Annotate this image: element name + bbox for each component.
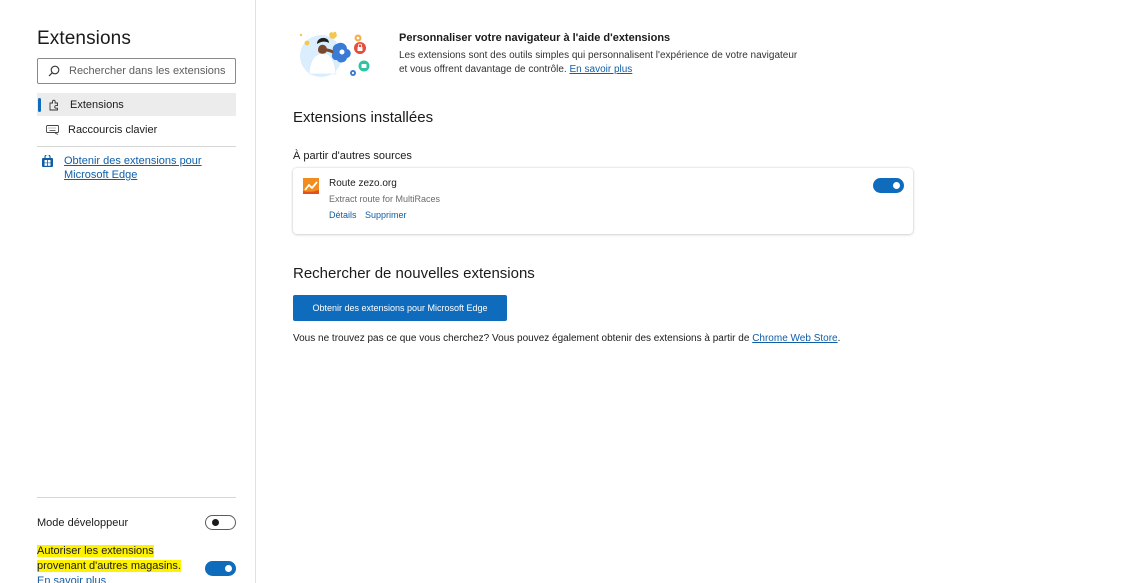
extension-remove-link[interactable]: Supprimer	[365, 210, 407, 220]
sidebar-item-label: Raccourcis clavier	[68, 123, 158, 136]
extension-enable-toggle[interactable]	[873, 178, 904, 193]
hero-title: Personnaliser votre navigateur à l'aide …	[399, 32, 671, 44]
sidebar-item-extensions[interactable]: Extensions	[37, 93, 236, 116]
other-stores-label: Autoriser les extensions provenant d'aut…	[37, 545, 181, 572]
developer-mode-toggle[interactable]	[205, 515, 236, 530]
sidebar-bottom-divider	[37, 497, 236, 498]
sidebar-divider	[37, 146, 236, 147]
other-stores-row: Autoriser les extensions provenant d'aut…	[37, 544, 236, 583]
sidebar-item-shortcuts[interactable]: Raccourcis clavier	[37, 118, 236, 141]
search-box[interactable]	[37, 58, 236, 84]
other-stores-toggle[interactable]	[205, 561, 236, 576]
toggle-knob	[893, 182, 900, 189]
find-extensions-text: Vous ne trouvez pas ce que vous cherchez…	[293, 333, 750, 344]
sidebar-title: Extensions	[37, 28, 131, 49]
installed-extensions-heading: Extensions installées	[293, 109, 434, 126]
extension-card: Route zezo.org Extract route for MultiRa…	[293, 168, 913, 234]
route-zezo-icon	[303, 178, 319, 194]
sidebar: Extensions Extensions Raccourcis clavier	[0, 0, 256, 583]
search-input[interactable]	[69, 65, 229, 77]
get-extensions-button[interactable]: Obtenir des extensions pour Microsoft Ed…	[293, 295, 507, 321]
sidebar-item-label: Extensions	[70, 98, 124, 111]
get-extensions-row: Obtenir des extensions pour Microsoft Ed…	[41, 154, 214, 182]
developer-mode-label: Mode développeur	[37, 516, 129, 529]
find-extensions-suffix: .	[837, 333, 841, 344]
find-extensions-heading: Rechercher de nouvelles extensions	[293, 265, 535, 282]
find-extensions-text-block: Vous ne trouvez pas ce que vous cherchez…	[293, 333, 840, 344]
chrome-web-store-link[interactable]: Chrome Web Store	[752, 333, 837, 344]
get-extensions-link[interactable]: Obtenir des extensions pour Microsoft Ed…	[64, 154, 214, 182]
extension-actions: Détails Supprimer	[329, 210, 413, 220]
active-indicator	[38, 97, 41, 112]
hero-illustration	[299, 29, 370, 77]
search-icon	[48, 65, 60, 77]
other-stores-learn-more-link[interactable]: En savoir plus	[37, 575, 106, 583]
developer-mode-row: Mode développeur	[37, 515, 236, 530]
hero-learn-more-link[interactable]: En savoir plus	[570, 64, 633, 75]
extensions-icon	[47, 98, 61, 112]
other-sources-label: À partir d'autres sources	[293, 150, 412, 162]
toggle-knob	[212, 519, 219, 526]
extension-description: Extract route for MultiRaces	[329, 194, 441, 204]
other-stores-text-block: Autoriser les extensions provenant d'aut…	[37, 544, 197, 583]
toggle-knob	[225, 565, 232, 572]
store-icon	[42, 155, 53, 167]
main-content: Personnaliser votre navigateur à l'aide …	[257, 0, 1134, 583]
extension-name: Route zezo.org	[329, 178, 397, 189]
keyboard-icon	[45, 123, 59, 137]
extension-details-link[interactable]: Détails	[329, 210, 357, 220]
hero-description-block: Les extensions sont des outils simples q…	[399, 49, 799, 77]
